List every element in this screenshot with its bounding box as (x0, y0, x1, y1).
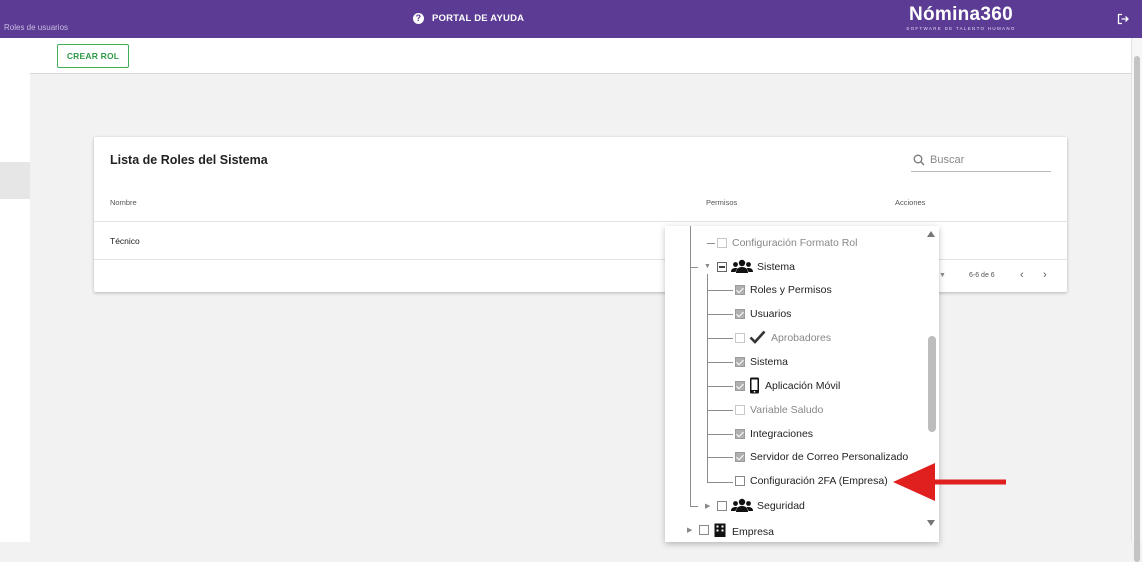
tree-item-label: Variable Saludo (750, 404, 824, 416)
rows-per-page-dropdown-icon[interactable]: ▼ (939, 272, 946, 279)
sidebar-active-item[interactable] (0, 162, 30, 199)
tree-branch (707, 338, 733, 339)
checkbox-integraciones[interactable] (735, 429, 745, 439)
tree-item-label: Sistema (757, 261, 795, 273)
scroll-down-arrow-icon[interactable] (927, 520, 935, 526)
page-toolbar: CREAR ROL (30, 38, 1131, 74)
tree-item-label: Empresa (732, 526, 775, 538)
checkbox-seguridad[interactable] (717, 501, 727, 511)
tree-scrollbar-thumb[interactable] (928, 336, 936, 432)
prev-page-button[interactable]: ‹ (1020, 269, 1024, 281)
tree-item-label: Integraciones (750, 428, 814, 440)
tree-item-label: Roles y Permisos (750, 284, 832, 296)
users-icon (731, 498, 753, 512)
search-placeholder: Buscar (930, 154, 965, 166)
checkbox-servidor-correo[interactable] (735, 452, 745, 462)
next-page-button[interactable]: › (1043, 269, 1047, 281)
tree-item-label: Aplicación Móvil (765, 380, 841, 392)
card-title: Lista de Roles del Sistema (110, 153, 268, 167)
tree-branch (707, 434, 733, 435)
checkbox-sistema[interactable] (735, 357, 745, 367)
checkbox-aprobadores[interactable] (735, 333, 745, 343)
expand-caret-icon[interactable]: ▼ (704, 263, 711, 270)
tree-item-label: Seguridad (757, 500, 805, 512)
checkbox-usuarios[interactable] (735, 309, 745, 319)
checkbox-roles-permisos[interactable] (735, 285, 745, 295)
tree-branch (707, 386, 733, 387)
page-scrollbar[interactable] (1131, 38, 1142, 562)
tree-item-label: Aprobadores (771, 332, 832, 344)
column-header-actions: Acciones (895, 198, 926, 207)
brand-logo: Nómina360 SOFTWARE DE TALENTO HUMANO (900, 4, 1022, 32)
tree-item-label: Sistema (750, 356, 788, 368)
tree-item-label: Servidor de Correo Personalizado (750, 451, 909, 463)
tree-branch (707, 410, 733, 411)
red-annotation-arrow-icon (893, 463, 1006, 501)
create-role-button[interactable]: CREAR ROL (57, 44, 129, 68)
column-header-name: Nombre (110, 198, 137, 207)
help-portal-label: PORTAL DE AYUDA (432, 13, 525, 24)
check-icon (749, 330, 766, 344)
checkbox-configuracion-2fa[interactable] (735, 476, 745, 486)
collapsed-caret-icon[interactable]: ▶ (705, 502, 710, 510)
building-icon (714, 523, 726, 537)
tree-branch (707, 290, 733, 291)
tree-branch (707, 457, 733, 458)
checkbox-empresa[interactable] (699, 525, 709, 535)
top-header-bar: Roles de usuarios ? PORTAL DE AYUDA Nómi… (0, 0, 1142, 38)
tree-branch (690, 506, 698, 507)
tree-guide-sistema (707, 274, 708, 482)
checkbox-aplicacion-movil[interactable] (735, 381, 745, 391)
logo-name: Nómina360 (908, 4, 1014, 25)
logout-icon[interactable] (1117, 13, 1129, 25)
role-name-cell: Técnico (110, 236, 140, 246)
breadcrumb: Roles de usuarios (4, 23, 69, 32)
question-icon: ? (413, 13, 424, 24)
tree-item-label: Configuración 2FA (Empresa) (750, 475, 888, 487)
search-field[interactable]: Buscar (911, 149, 1051, 172)
users-icon (731, 259, 753, 273)
checkbox-sistema-group[interactable] (717, 262, 727, 272)
tree-item-label: Usuarios (750, 308, 792, 320)
mobile-icon (750, 377, 759, 394)
tree-branch (707, 243, 715, 244)
tree-branch (707, 362, 733, 363)
column-header-permissions: Permisos (706, 198, 738, 207)
header-divider (94, 221, 1067, 222)
left-sidebar (0, 38, 30, 542)
collapsed-caret-icon[interactable]: ▶ (687, 526, 692, 534)
checkbox-variable-saludo[interactable] (735, 405, 745, 415)
search-icon (913, 154, 925, 166)
tree-branch (707, 314, 733, 315)
checkbox-config-formato-rol[interactable] (717, 238, 727, 248)
scroll-up-arrow-icon[interactable] (927, 231, 935, 237)
tree-branch (707, 482, 733, 483)
page-scrollbar-thumb[interactable] (1134, 56, 1140, 562)
logo-tagline: SOFTWARE DE TALENTO HUMANO (906, 26, 1016, 31)
pagination-range: 6-6 de 6 (969, 272, 995, 279)
tree-guide-root (690, 226, 691, 506)
tree-item-label: Configuración Formato Rol (732, 237, 858, 249)
help-portal-link[interactable]: ? PORTAL DE AYUDA (413, 13, 524, 24)
tree-branch (690, 267, 698, 268)
